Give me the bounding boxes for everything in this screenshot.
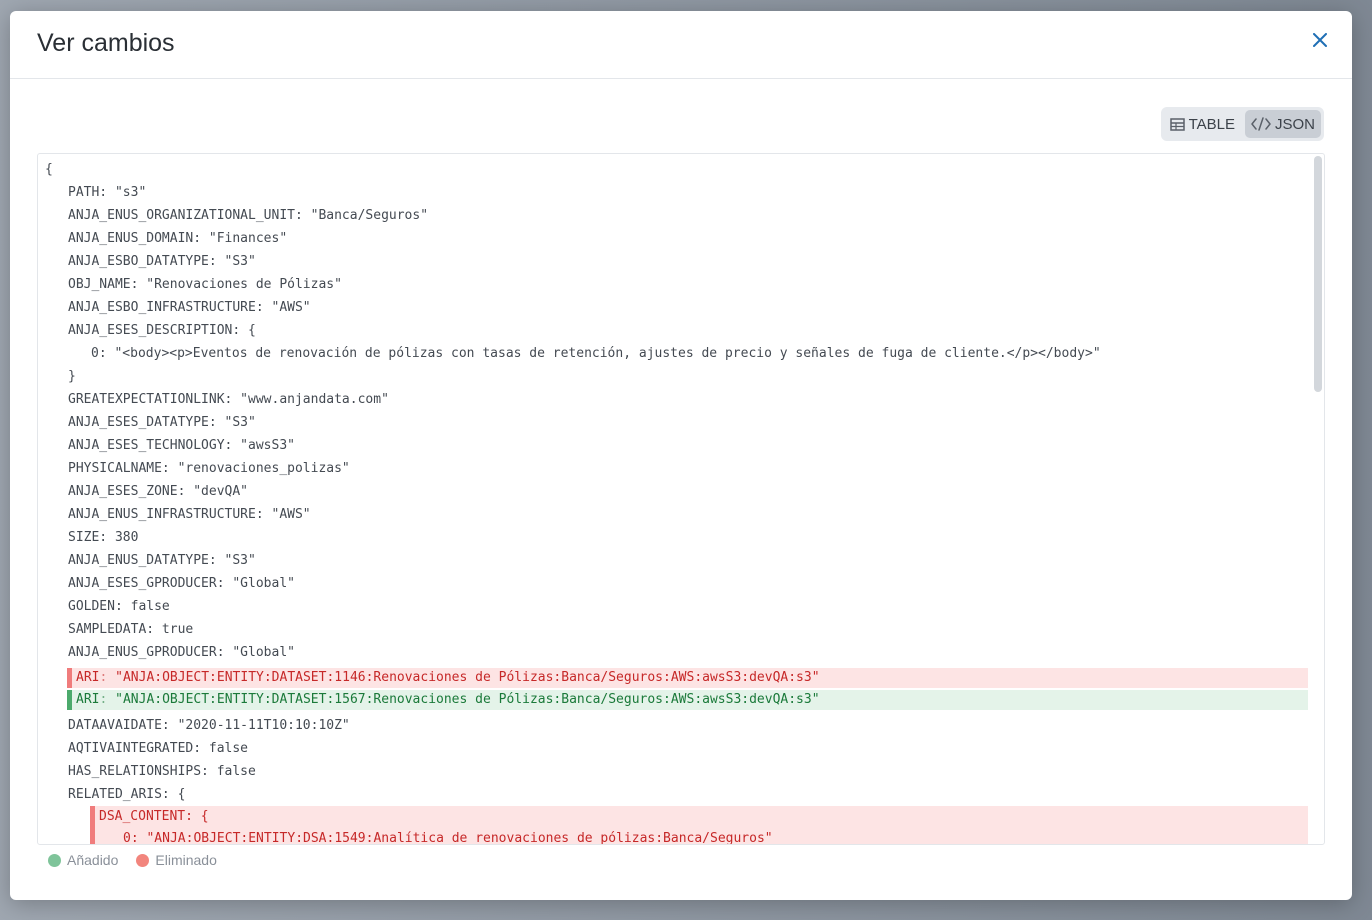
json-line: ANJA_ESBO_DATATYPE: "S3"	[68, 254, 256, 269]
table-view-label: TABLE	[1188, 115, 1235, 133]
json-open-brace: {	[45, 162, 53, 177]
json-line: ANJA_ESES_GPRODUCER: "Global"	[68, 576, 295, 591]
json-line: PATH: "s3"	[68, 185, 147, 200]
vertical-scrollbar[interactable]	[1314, 156, 1322, 392]
json-line: ANJA_ENUS_DOMAIN: "Finances"	[68, 231, 288, 246]
diff-value: "ANJA:OBJECT:ENTITY:DATASET:1567:Renovac…	[115, 692, 820, 707]
close-button[interactable]	[1309, 28, 1331, 52]
code-icon	[1251, 117, 1271, 131]
json-line: ANJA_ESES_DESCRIPTION: {	[68, 323, 256, 338]
json-close-brace: }	[68, 369, 76, 384]
legend-added-label: Añadido	[67, 852, 119, 868]
json-line: GREATEXPECTATIONLINK: "www.anjandata.com…	[68, 392, 389, 407]
json-line: SAMPLEDATA: true	[68, 622, 194, 637]
json-content: { PATH: "s3" ANJA_ENUS_ORGANIZATIONAL_UN…	[38, 154, 1312, 844]
json-line: ANJA_ENUS_ORGANIZATIONAL_UNIT: "Banca/Se…	[68, 208, 429, 223]
diff-brace: {	[200, 809, 209, 824]
diff-key: DSA_CONTENT	[99, 809, 186, 824]
modal-header: Ver cambios	[10, 11, 1352, 79]
json-diff-panel[interactable]: { PATH: "s3" ANJA_ENUS_ORGANIZATIONAL_UN…	[37, 153, 1325, 845]
json-line: ANJA_ENUS_GPRODUCER: "Global"	[68, 645, 295, 660]
diff-value: "ANJA:OBJECT:ENTITY:DATASET:1146:Renovac…	[115, 670, 820, 685]
removed-dot-icon	[136, 853, 150, 867]
diff-line-added: ARI: "ANJA:OBJECT:ENTITY:DATASET:1567:Re…	[67, 690, 1308, 710]
diff-block-removed: DSA_CONTENT: { 0: "ANJA:OBJECT:ENTITY:DS…	[90, 806, 1308, 844]
json-line-description-item: 0: "<body><p>Eventos de renovación de pó…	[91, 346, 1101, 361]
json-line: SIZE: 380	[68, 530, 139, 545]
added-dot-icon	[48, 853, 61, 867]
diff-index: 0	[123, 831, 131, 844]
legend-removed-label: Eliminado	[155, 852, 217, 868]
modal-title: Ver cambios	[37, 29, 175, 57]
json-line: PHYSICALNAME: "renovaciones_polizas"	[68, 461, 350, 476]
json-line: ANJA_ESES_ZONE: "devQA"	[68, 484, 249, 499]
json-line: ANJA_ESES_DATATYPE: "S3"	[68, 415, 256, 430]
diff-value: "ANJA:OBJECT:ENTITY:DSA:1549:Analítica d…	[146, 831, 773, 844]
diff-key: ARI	[76, 670, 100, 685]
json-line: ANJA_ESES_TECHNOLOGY: "awsS3"	[68, 438, 295, 453]
json-line: AQTIVAINTEGRATED: false	[68, 741, 249, 756]
close-icon	[1313, 33, 1327, 47]
table-view-button[interactable]: TABLE	[1164, 110, 1241, 138]
json-line: GOLDEN: false	[68, 599, 170, 614]
diff-legend: Añadido Eliminado	[48, 852, 217, 868]
json-line: ANJA_ENUS_INFRASTRUCTURE: "AWS"	[68, 507, 311, 522]
view-toggle: TABLE JSON	[1160, 107, 1324, 141]
json-line: ANJA_ENUS_DATATYPE: "S3"	[68, 553, 256, 568]
json-line: DATAAVAIDATE: "2020-11-11T10:10:10Z"	[68, 718, 350, 733]
diff-line-removed: DSA_CONTENT: {	[99, 809, 209, 824]
view-changes-modal: Ver cambios TABLE JSON {PATH: "s3" ANJA…	[10, 11, 1352, 900]
diff-key: ARI	[76, 692, 100, 707]
diff-line-removed: ARI: "ANJA:OBJECT:ENTITY:DATASET:1146:Re…	[67, 668, 1308, 688]
json-view-label: JSON	[1274, 115, 1315, 133]
json-line: OBJ_NAME: "Renovaciones de Pólizas"	[68, 277, 342, 292]
json-view-button[interactable]: JSON	[1244, 110, 1321, 138]
legend-added: Añadido	[48, 852, 118, 868]
table-icon	[1169, 117, 1185, 131]
json-line: HAS_RELATIONSHIPS: false	[68, 764, 256, 779]
json-line: RELATED_ARIS: {	[68, 787, 186, 802]
json-line: ANJA_ESBO_INFRASTRUCTURE: "AWS"	[68, 300, 311, 315]
legend-removed: Eliminado	[136, 852, 217, 868]
diff-line-removed: 0: "ANJA:OBJECT:ENTITY:DSA:1549:Analític…	[123, 831, 773, 844]
